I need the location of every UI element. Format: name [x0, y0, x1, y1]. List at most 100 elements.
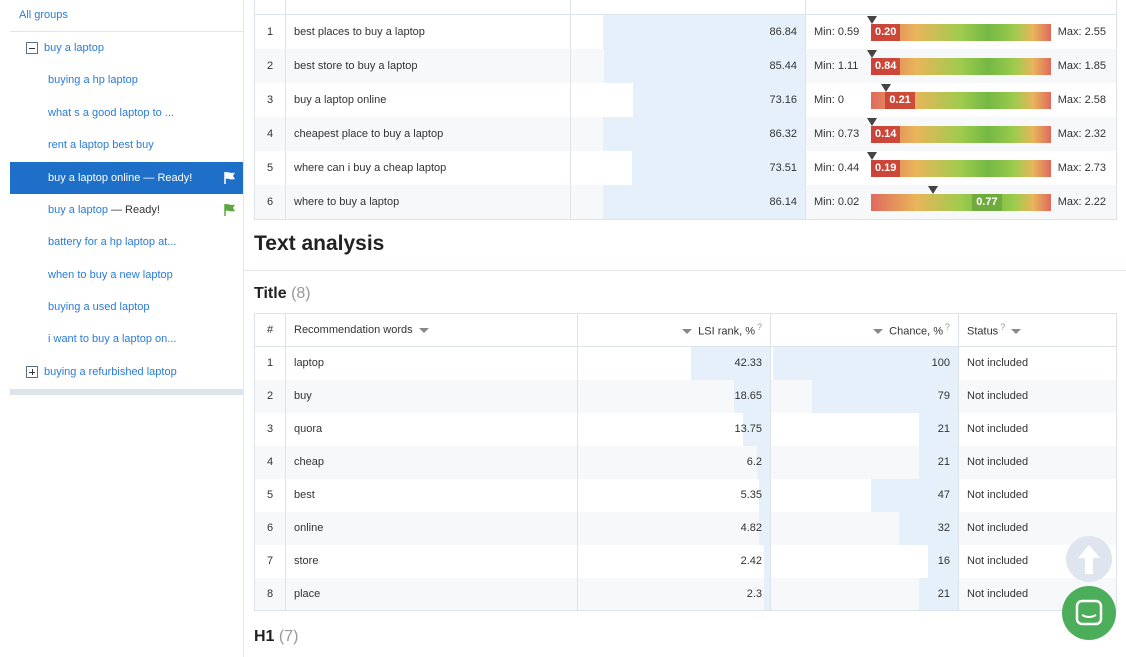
- value-text: 73.51: [769, 162, 797, 174]
- sidebar-item-label: buying a used laptop: [48, 301, 150, 313]
- chance-cell: 21: [770, 445, 959, 479]
- lsi-cell: 42.33: [577, 346, 771, 380]
- lsi-value: 42.33: [734, 357, 762, 370]
- flag-icon[interactable]: [223, 203, 237, 217]
- range-cell: Min: 0 0.21 Max: 2.58: [805, 83, 1117, 117]
- value-text: 85.44: [769, 60, 797, 72]
- sidebar-item[interactable]: buying a hp laptop: [10, 64, 243, 96]
- all-groups-link[interactable]: All groups: [19, 0, 219, 30]
- sidebar-item[interactable]: when to buy a new laptop: [10, 259, 243, 291]
- help-icon[interactable]: ?: [757, 322, 762, 332]
- row-number: 2: [254, 379, 286, 413]
- chance-cell: 16: [770, 544, 959, 578]
- row-number: 8: [254, 577, 286, 611]
- chat-button[interactable]: [1062, 586, 1116, 640]
- range-max: Max: 2.73: [1057, 162, 1106, 174]
- range-cell: Min: 0.73 0.14 Max: 2.32: [805, 117, 1117, 151]
- title-label: Title: [254, 285, 287, 302]
- row-number: 2: [254, 49, 286, 83]
- row-number: 6: [254, 511, 286, 545]
- sidebar-item[interactable]: buy a laptop — Ready!: [10, 194, 243, 226]
- chance-value: 21: [937, 587, 950, 600]
- sidebar-item[interactable]: what s a good laptop to ...: [10, 97, 243, 129]
- range-marker-icon: [867, 50, 877, 58]
- lsi-cell: 5.35: [577, 478, 771, 512]
- sidebar-group-buy-a-laptop[interactable]: buy a laptop: [10, 32, 243, 64]
- range-max: Max: 2.32: [1057, 128, 1106, 140]
- value-text: 86.14: [769, 196, 797, 208]
- column-header-chance[interactable]: Chance, %?: [770, 313, 959, 347]
- sidebar-item[interactable]: buying a used laptop: [10, 291, 243, 323]
- h1-section-heading: H1 (7): [254, 628, 298, 646]
- table-row: 1 laptop 42.33 100 Not included: [254, 346, 1117, 380]
- chance-value: 47: [937, 489, 950, 501]
- minus-icon[interactable]: [26, 42, 38, 54]
- sort-caret-icon[interactable]: [1011, 329, 1022, 335]
- keyword-cell: best places to buy a laptop: [285, 14, 571, 49]
- range-min: Min: 0: [814, 94, 844, 106]
- flag-icon[interactable]: [223, 171, 237, 185]
- sidebar-item[interactable]: i want to buy a laptop on...: [10, 323, 243, 355]
- help-icon[interactable]: ?: [945, 322, 950, 332]
- keyword-cell: best store to buy a laptop: [285, 49, 571, 83]
- chat-icon: [1075, 599, 1103, 626]
- sidebar-item-label: buy a laptop: [48, 204, 108, 216]
- status-cell: Not included: [958, 412, 1117, 446]
- scroll-to-top-button[interactable]: [1066, 536, 1112, 582]
- sidebar-item-active[interactable]: buy a laptop online — Ready!: [10, 162, 243, 194]
- section-divider: [244, 270, 1126, 271]
- sort-caret-icon[interactable]: [418, 327, 429, 333]
- range-min: Min: 0.59: [814, 26, 860, 38]
- keyword-table: 1 best places to buy a laptop 86.84 Min: 0.…: [254, 0, 1117, 220]
- column-header-status[interactable]: Status?: [958, 313, 1117, 347]
- word-cell: cheap: [285, 445, 578, 479]
- row-number: 7: [254, 544, 286, 578]
- text-analysis-heading: Text analysis: [254, 232, 385, 255]
- chance-cell: 21: [770, 412, 959, 446]
- range-cell: Min: 0.44 0.19 Max: 2.73: [805, 151, 1117, 185]
- plus-icon[interactable]: [26, 366, 38, 378]
- table-row: 8 place 2.3 21 Not included: [254, 577, 1117, 611]
- keyword-cell: buy a laptop online: [285, 83, 571, 117]
- value-cell: 86.84: [570, 14, 806, 49]
- range-cell: Min: 0.02 0.77 Max: 2.22: [805, 185, 1117, 220]
- sidebar-group-label: buy a laptop: [44, 42, 104, 54]
- sidebar-item[interactable]: rent a laptop best buy: [10, 129, 243, 161]
- chance-bar: [812, 379, 958, 413]
- keyword-row: 3 buy a laptop online 73.16 Min: 0 0.21 Max: …: [254, 83, 1117, 117]
- lsi-cell: 18.65: [577, 379, 771, 413]
- sidebar-group-buying-a-refurbished-laptop[interactable]: buying a refurbished laptop: [10, 356, 243, 388]
- chance-cell: 32: [770, 511, 959, 545]
- lsi-value: 13.75: [734, 423, 762, 435]
- help-icon[interactable]: ?: [1000, 322, 1005, 332]
- sort-caret-icon[interactable]: [873, 329, 884, 335]
- range-gradient: [871, 194, 1051, 211]
- range-max: Max: 2.55: [1057, 26, 1106, 38]
- sidebar-item[interactable]: battery for a hp laptop at...: [10, 226, 243, 258]
- value-text: 86.84: [769, 26, 797, 38]
- word-cell: quora: [285, 412, 578, 446]
- sort-caret-icon[interactable]: [682, 329, 693, 335]
- range-max: Max: 2.58: [1057, 94, 1106, 106]
- range-marker-icon: [928, 186, 939, 194]
- keyword-row: 1 best places to buy a laptop 86.84 Min: 0.…: [254, 14, 1117, 49]
- word-cell: store: [285, 544, 578, 578]
- value-text: 73.16: [769, 94, 797, 106]
- arrow-up-icon: [1078, 545, 1100, 574]
- range-cell: Min: 0.59 0.20 Max: 2.55: [805, 14, 1117, 49]
- column-header-label: Chance, %: [889, 325, 943, 338]
- sidebar-item-label: i want to buy a laptop on...: [48, 333, 177, 345]
- title-count: (8): [291, 285, 311, 302]
- sidebar-item-label: what s a good laptop to ...: [48, 107, 174, 119]
- row-number: 5: [254, 478, 286, 512]
- table-row: 7 store 2.42 16 Not included: [254, 544, 1117, 578]
- lsi-value: 4.82: [740, 522, 762, 534]
- range-min: Min: 0.73: [814, 128, 860, 140]
- column-header-words[interactable]: Recommendation words: [285, 313, 578, 347]
- column-header-lsi[interactable]: LSI rank, %?: [577, 313, 771, 347]
- h1-count: (7): [278, 628, 299, 645]
- chance-value: 32: [937, 522, 950, 534]
- chance-value: 100: [931, 357, 950, 370]
- range-min: Min: 0.44: [814, 162, 860, 174]
- value-cell: 86.32: [570, 117, 806, 151]
